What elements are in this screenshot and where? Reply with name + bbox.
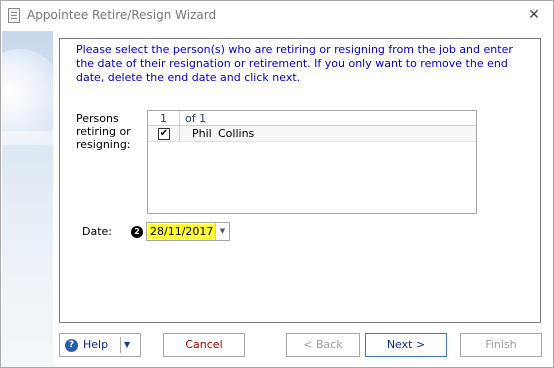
back-button[interactable]: < Back <box>286 333 360 357</box>
help-separator <box>120 337 121 353</box>
close-icon[interactable]: ✕ <box>521 4 547 26</box>
retire-checkbox[interactable]: ✔ <box>158 128 170 140</box>
content-panel: Please select the person(s) who are reti… <box>59 38 541 323</box>
last-name-cell: Collins <box>218 127 255 140</box>
banner-band <box>2 131 53 145</box>
table-row[interactable]: ✔ Phil Collins <box>148 126 476 142</box>
help-label: Help <box>83 338 109 351</box>
grid-navigator: 1 of 1 <box>148 111 476 126</box>
date-field[interactable]: 28/11/2017 ▼ <box>146 222 230 241</box>
date-label: Date: <box>82 225 112 238</box>
help-icon: ? <box>65 339 78 352</box>
first-name-cell: Phil <box>192 127 212 140</box>
step-badge: 2 <box>131 226 143 238</box>
chevron-down-icon[interactable]: ▼ <box>215 223 229 240</box>
wizard-side-banner <box>2 31 53 367</box>
instructions-text: Please select the person(s) who are reti… <box>76 43 513 84</box>
next-button[interactable]: Next > <box>365 333 447 357</box>
help-dropdown-icon[interactable]: ▼ <box>124 334 138 356</box>
finish-button[interactable]: Finish <box>460 333 542 357</box>
record-position: 1 <box>148 111 180 126</box>
wizard-window: Appointee Retire/Resign Wizard ✕ Please … <box>0 0 554 368</box>
persons-grid[interactable]: 1 of 1 ✔ Phil Collins <box>147 110 477 214</box>
persons-label: Persons retiring or resigning: <box>76 112 131 151</box>
date-value[interactable]: 28/11/2017 <box>148 224 216 239</box>
title-bar: Appointee Retire/Resign Wizard ✕ <box>1 1 553 31</box>
record-count: of 1 <box>185 112 207 125</box>
cancel-button[interactable]: Cancel <box>163 333 245 357</box>
window-title: Appointee Retire/Resign Wizard <box>27 8 217 22</box>
checkbox-cell: ✔ <box>148 126 180 142</box>
app-icon <box>8 8 20 23</box>
help-button[interactable]: ? Help ▼ <box>59 333 141 357</box>
